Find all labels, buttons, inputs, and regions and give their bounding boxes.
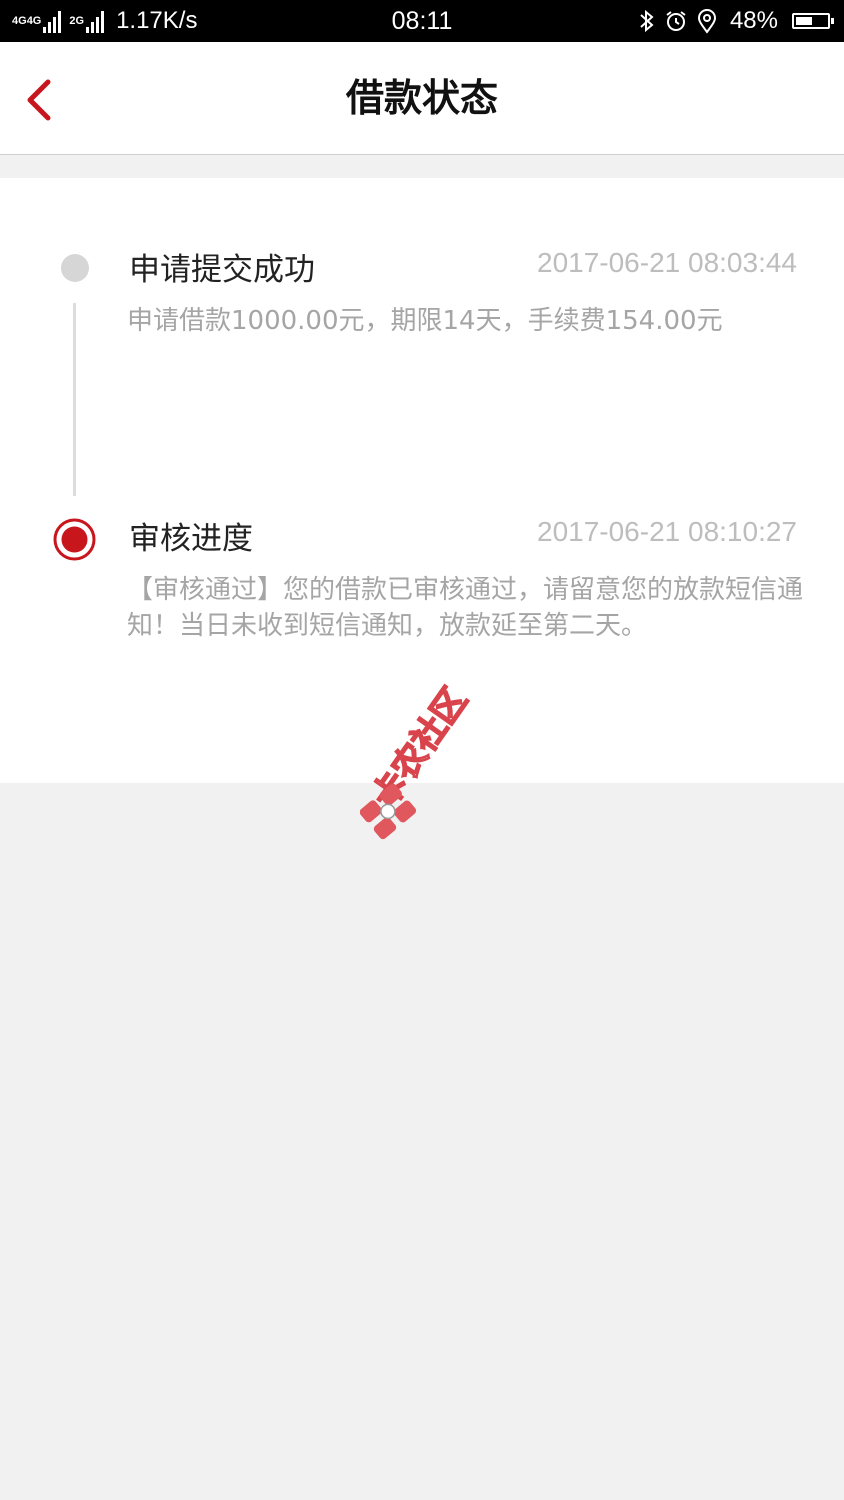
location-icon <box>696 8 718 34</box>
watermark-logo: 卡农社区 <box>359 680 500 840</box>
alarm-icon <box>664 9 688 33</box>
timeline-step-description-current: 【审核通过】您的借款已审核通过，请留意您的放款短信通知！当日未收到短信通知，放款… <box>127 575 804 641</box>
status-right: 48% <box>630 0 834 42</box>
timeline-dot-completed <box>61 254 89 282</box>
app-header: 借款状态 <box>0 42 844 155</box>
timeline-step-time: 2017-06-21 08:03:44 <box>537 247 797 278</box>
page-title: 借款状态 <box>345 76 498 120</box>
bluetooth-icon <box>638 9 656 33</box>
timeline-step-title: 申请提交成功 <box>129 252 315 288</box>
timeline-step-title-current: 审核进度 <box>129 521 253 557</box>
status-bar: 4G 4G 2G 1.17K/s 08:11 48% <box>0 0 844 42</box>
battery-percent: 48% <box>729 7 778 34</box>
battery-icon <box>792 13 834 29</box>
timeline-dot-current <box>53 518 96 561</box>
timeline-step-time-current: 2017-06-21 08:10:27 <box>537 516 797 547</box>
timeline-connector <box>73 303 76 496</box>
battery-fill <box>796 17 813 25</box>
timeline-step-description: 申请借款1000.00元，期限14天，手续费154.00元 <box>127 306 723 336</box>
